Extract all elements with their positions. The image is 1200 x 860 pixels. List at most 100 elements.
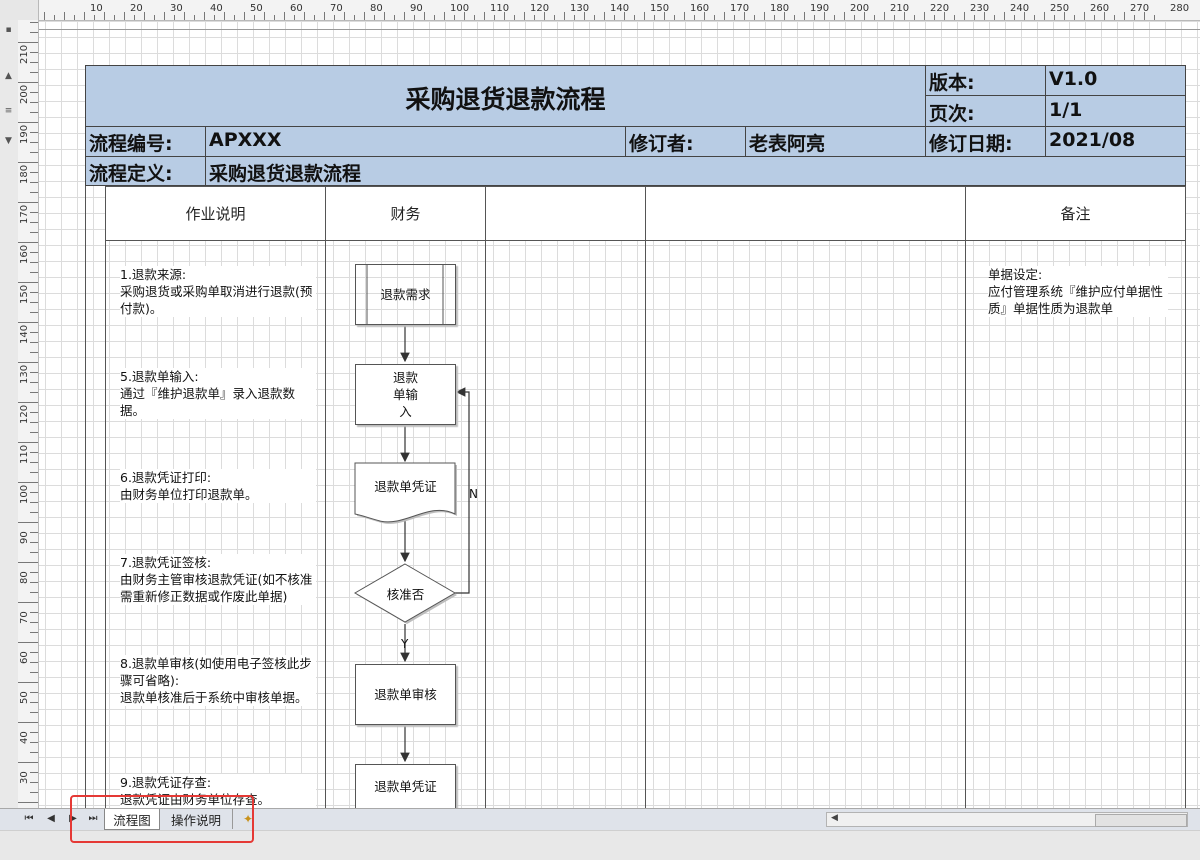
left-toolbar-strip: ▪ ▲ ≡ ▼: [0, 20, 19, 808]
ruler-tick: [554, 15, 555, 20]
tab-flowchart[interactable]: 流程图: [104, 809, 160, 830]
ruler-tick: [30, 472, 38, 473]
ruler-label: 190: [19, 124, 30, 144]
pin-icon[interactable]: ▪: [2, 24, 15, 37]
ruler-label: 130: [19, 364, 30, 384]
ruler-tick: [30, 332, 38, 333]
ruler-tick: [30, 102, 38, 103]
ruler-tick: [1154, 15, 1155, 20]
ruler-tick: [30, 32, 38, 33]
process-step-refund-input[interactable]: 退款单输入: [355, 364, 456, 425]
last-sheet-icon[interactable]: ⏭: [86, 812, 100, 826]
ruler-tick: [30, 212, 38, 213]
label-yes: Y: [400, 637, 409, 651]
ruler-tick: [894, 15, 895, 20]
ruler-label: 200: [19, 84, 30, 104]
ruler-tick: [30, 422, 38, 423]
new-sheet-icon: ✦: [242, 812, 254, 826]
horizontal-scrollbar[interactable]: ◀: [826, 812, 1188, 827]
ruler-tick: [30, 542, 38, 543]
ruler-label: 160: [690, 3, 710, 14]
ruler-label: 70: [330, 3, 343, 14]
ruler-tick: [18, 362, 38, 363]
ruler-tick: [30, 702, 38, 703]
ruler-tick: [614, 15, 615, 20]
ruler-tick: [1084, 12, 1085, 20]
ruler-tick: [30, 62, 38, 63]
ruler-tick: [214, 15, 215, 20]
ruler-tick: [30, 412, 38, 413]
ruler-tick: [134, 15, 135, 20]
ruler-tick: [694, 15, 695, 20]
ruler-tick: [30, 302, 38, 303]
process-step-refund-request[interactable]: 退款需求: [355, 264, 456, 325]
ruler-tick: [30, 742, 38, 743]
tab-label: 流程图: [113, 812, 151, 828]
step-label: 退款需求: [380, 287, 431, 302]
ruler-label: 60: [290, 3, 303, 14]
ruler-tick: [30, 592, 38, 593]
ruler-label: 110: [19, 444, 30, 464]
ruler-label: 160: [19, 244, 30, 264]
ruler-tick: [914, 15, 915, 20]
ruler-tick: [30, 112, 38, 113]
ruler-tick: [854, 15, 855, 20]
ruler-tick: [30, 792, 38, 793]
ruler-tick: [30, 292, 38, 293]
ruler-tick: [30, 462, 38, 463]
ruler-tick: [244, 12, 245, 20]
ruler-tick: [30, 572, 38, 573]
ruler-tick: [724, 12, 725, 20]
step-label: 退款单输入: [392, 370, 418, 419]
ruler-tick: [30, 662, 38, 663]
ruler-tick: [534, 15, 535, 20]
scroll-left-icon[interactable]: ◀: [831, 813, 838, 823]
ruler-tick: [30, 352, 38, 353]
ruler-tick: [30, 382, 38, 383]
ruler-tick: [18, 242, 38, 243]
ruler-tick: [164, 12, 165, 20]
ruler-label: 120: [19, 404, 30, 424]
ruler-tick: [30, 772, 38, 773]
ruler-label: 90: [410, 3, 423, 14]
process-step-refund-review[interactable]: 退款单审核: [355, 664, 456, 725]
ruler-tick: [94, 15, 95, 20]
ruler-tick: [30, 72, 38, 73]
ruler-label: 190: [810, 3, 830, 14]
ruler-tick: [774, 15, 775, 20]
ruler-label: 200: [850, 3, 870, 14]
ruler-tick: [874, 15, 875, 20]
prev-sheet-icon[interactable]: ◀: [44, 812, 58, 826]
ruler-tick: [30, 752, 38, 753]
tab-operation-notes[interactable]: 操作说明: [160, 809, 233, 829]
ruler-tick: [30, 672, 38, 673]
ruler-tick: [30, 152, 38, 153]
scroll-down-icon[interactable]: ▼: [2, 135, 15, 148]
ruler-label: 260: [1090, 3, 1110, 14]
decision-step-label[interactable]: 核准否: [355, 584, 456, 603]
ruler-tick: [18, 122, 38, 123]
document-step-label[interactable]: 退款单凭证: [355, 476, 456, 495]
step-label: 退款单凭证: [374, 779, 437, 794]
process-step-refund-voucher-archive[interactable]: 退款单凭证: [355, 764, 456, 808]
ruler-tick: [154, 15, 155, 20]
ruler-label: 20: [130, 3, 143, 14]
first-sheet-icon[interactable]: ⏮: [22, 812, 36, 826]
ruler-tick: [18, 322, 38, 323]
ruler-tick: [1094, 15, 1095, 20]
ruler-tick: [254, 15, 255, 20]
ruler-label: 250: [1050, 3, 1070, 14]
insert-sheet-button[interactable]: ✦: [234, 809, 262, 829]
ruler-tick: [384, 12, 385, 20]
ruler-label: 150: [19, 284, 30, 304]
ruler-tick: [30, 142, 38, 143]
ruler-tick: [1124, 12, 1125, 20]
menu-icon[interactable]: ≡: [2, 105, 15, 118]
ruler-tick: [18, 82, 38, 83]
ruler-corner: [0, 0, 39, 20]
ruler-tick: [364, 12, 365, 20]
next-sheet-icon[interactable]: ▶: [66, 812, 80, 826]
scroll-up-icon[interactable]: ▲: [2, 70, 15, 83]
scroll-thumb[interactable]: [1095, 814, 1187, 827]
ruler-tick: [44, 12, 45, 20]
